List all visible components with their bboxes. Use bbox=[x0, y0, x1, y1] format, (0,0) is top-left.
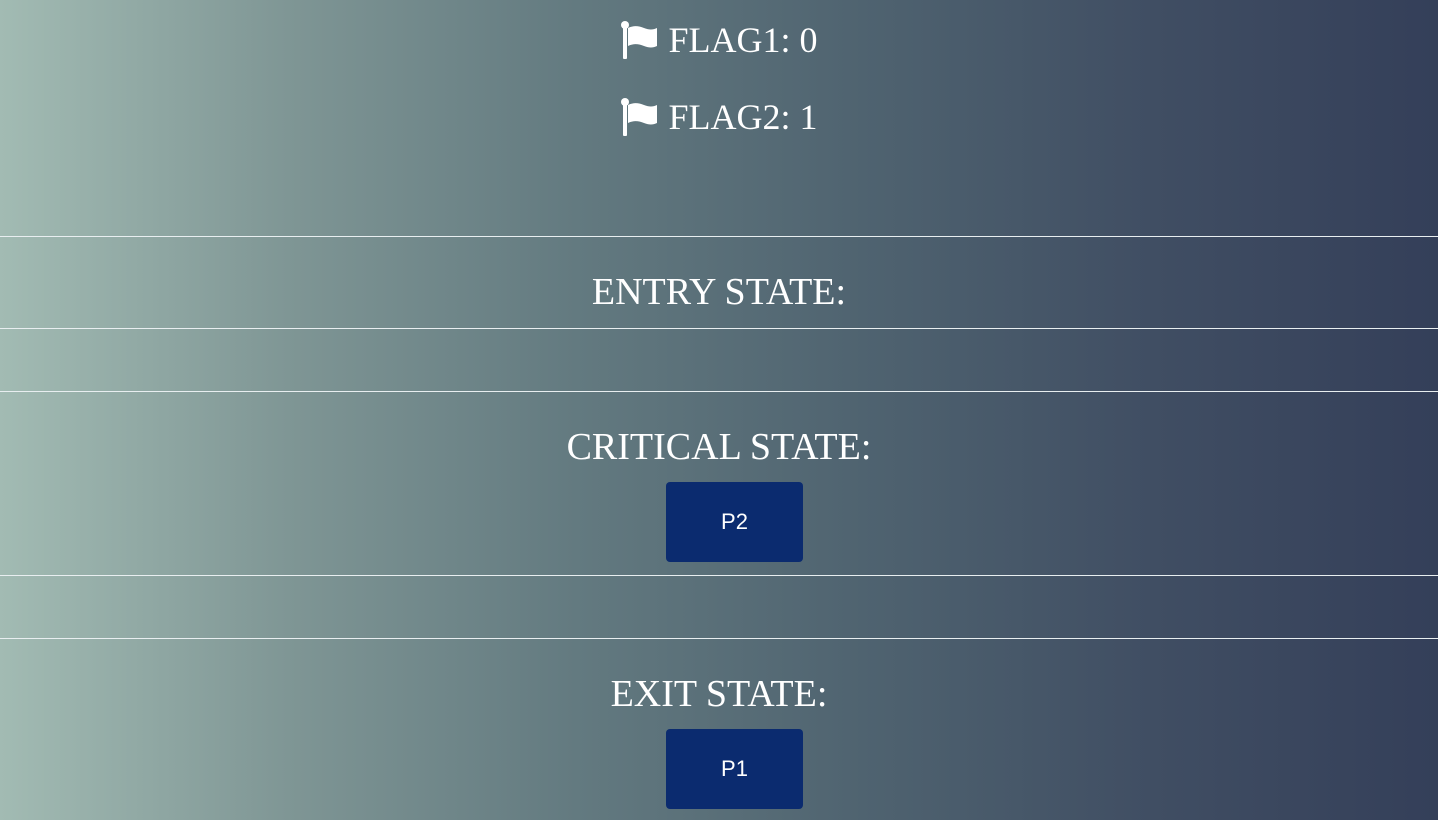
critical-state-heading: CRITICAL STATE: bbox=[566, 426, 872, 468]
entry-state-heading: ENTRY STATE: bbox=[591, 271, 847, 313]
flag1-row: FLAG1: 0 bbox=[0, 20, 1438, 60]
flag1-label: FLAG1 bbox=[668, 20, 781, 60]
exit-state-heading: EXIT STATE: bbox=[610, 673, 828, 715]
critical-process-button[interactable]: P2 bbox=[666, 482, 803, 562]
exit-top-divider bbox=[0, 638, 1438, 639]
flag2-row: FLAG2: 1 bbox=[0, 97, 1438, 137]
flag-icon bbox=[621, 98, 658, 136]
flag2-separator: : bbox=[780, 97, 800, 137]
entry-top-divider bbox=[0, 236, 1438, 237]
flag-icon bbox=[621, 21, 658, 59]
critical-top-divider bbox=[0, 391, 1438, 392]
flag1-separator: : bbox=[780, 20, 800, 60]
flag1-value: 0 bbox=[799, 20, 818, 60]
critical-bottom-divider bbox=[0, 575, 1438, 576]
flag2-value: 1 bbox=[799, 97, 818, 137]
entry-bottom-divider bbox=[0, 328, 1438, 329]
flag2-label: FLAG2 bbox=[668, 97, 781, 137]
exit-process-button[interactable]: P1 bbox=[666, 729, 803, 809]
